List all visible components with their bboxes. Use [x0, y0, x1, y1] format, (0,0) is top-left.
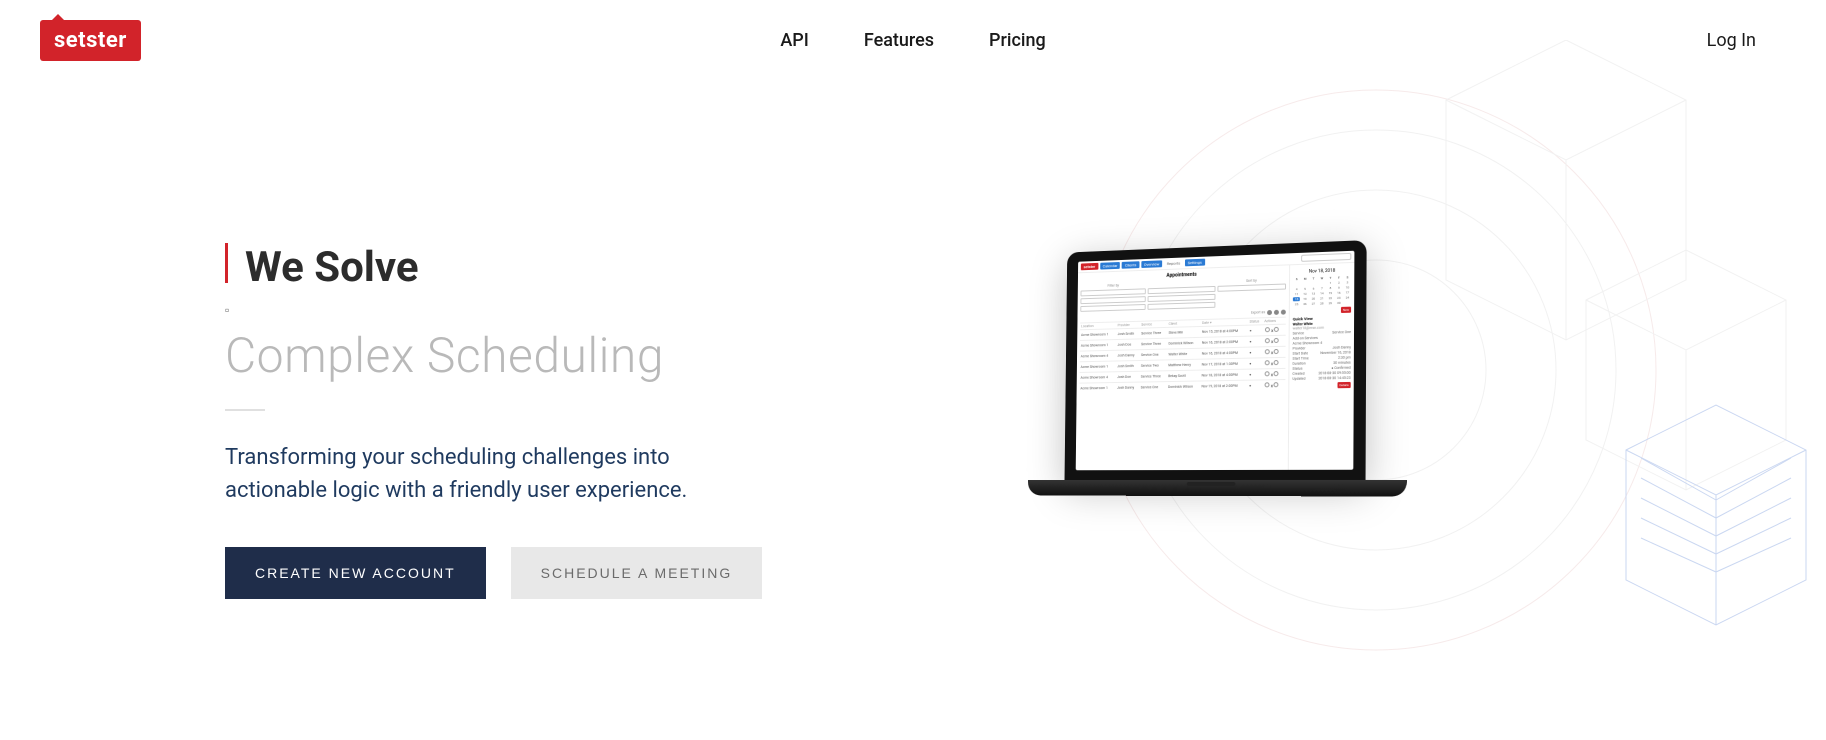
quick-view-details-button: Details	[1337, 382, 1350, 388]
decorative-square-glyph: ▫	[225, 303, 1826, 317]
short-divider	[225, 409, 265, 411]
calendar-title: Nov 18, 2018	[1293, 268, 1351, 275]
app-tab-reports: Reports	[1164, 260, 1183, 268]
appointments-table: LocationProviderServiceClientDate ▾Statu…	[1079, 317, 1285, 394]
filter-providers	[1148, 286, 1215, 294]
nav-link-pricing[interactable]: Pricing	[989, 30, 1046, 51]
schedule-meeting-button[interactable]: SCHEDULE A MEETING	[511, 547, 763, 599]
filter-created	[1080, 304, 1146, 312]
brand-logo[interactable]: setster	[40, 20, 141, 61]
app-tab-clients: Clients	[1122, 261, 1139, 268]
nav-link-features[interactable]: Features	[864, 30, 934, 51]
top-nav: setster API Features Pricing Log In	[0, 0, 1826, 80]
calendar-action-button: New	[1341, 307, 1351, 313]
app-search-box	[1301, 253, 1351, 262]
hero-body-text: Transforming your scheduling challenges …	[225, 441, 745, 507]
app-tab-settings: Settings	[1185, 259, 1205, 267]
laptop-mockup: setster Calendar Clients Overview Report…	[1056, 245, 1406, 496]
create-account-button[interactable]: CREATE NEW ACCOUNT	[225, 547, 486, 599]
app-tab-calendar: Calendar	[1100, 262, 1120, 270]
filter-services	[1080, 296, 1146, 304]
hero-heading: We Solve	[245, 245, 1826, 291]
filter-starts	[1148, 302, 1215, 310]
cta-row: CREATE NEW ACCOUNT SCHEDULE A MEETING	[225, 547, 1826, 599]
filter-sort	[1217, 283, 1286, 291]
accent-bar	[225, 243, 228, 283]
login-link[interactable]: Log In	[1707, 30, 1786, 51]
nav-link-api[interactable]: API	[780, 30, 809, 51]
app-tab-overview: Overview	[1141, 260, 1162, 268]
mini-calendar: SMTWTFS123456789101112131415161718192021…	[1293, 275, 1351, 306]
filter-locations	[1081, 288, 1147, 296]
app-logo: setster	[1081, 263, 1098, 270]
hero-section: We Solve ▫ Complex Scheduling Transformi…	[0, 80, 1826, 599]
hero-subheading: Complex Scheduling	[225, 327, 1826, 384]
quick-view-panel: Quick View Walter White walter18@msn.com…	[1292, 315, 1351, 381]
filter-statuses	[1148, 294, 1215, 302]
nav-center: API Features Pricing	[780, 30, 1045, 51]
